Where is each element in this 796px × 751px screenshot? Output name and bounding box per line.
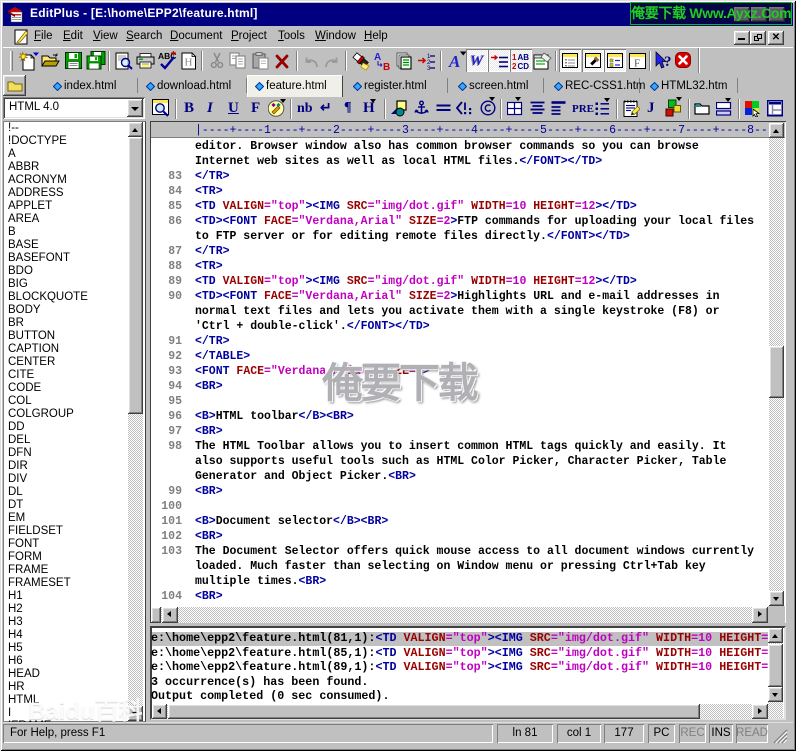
svg-text:AB: AB: [518, 53, 530, 62]
svg-text:2: 2: [512, 62, 517, 70]
svg-text:H: H: [185, 57, 193, 69]
svg-text:W: W: [470, 53, 485, 69]
svg-text:1: 1: [512, 53, 517, 62]
svg-text:A: A: [448, 52, 460, 71]
svg-text:?: ?: [664, 54, 672, 70]
svg-text:F: F: [634, 58, 640, 70]
svg-text:B: B: [383, 62, 390, 71]
svg-text:CD: CD: [518, 62, 530, 70]
